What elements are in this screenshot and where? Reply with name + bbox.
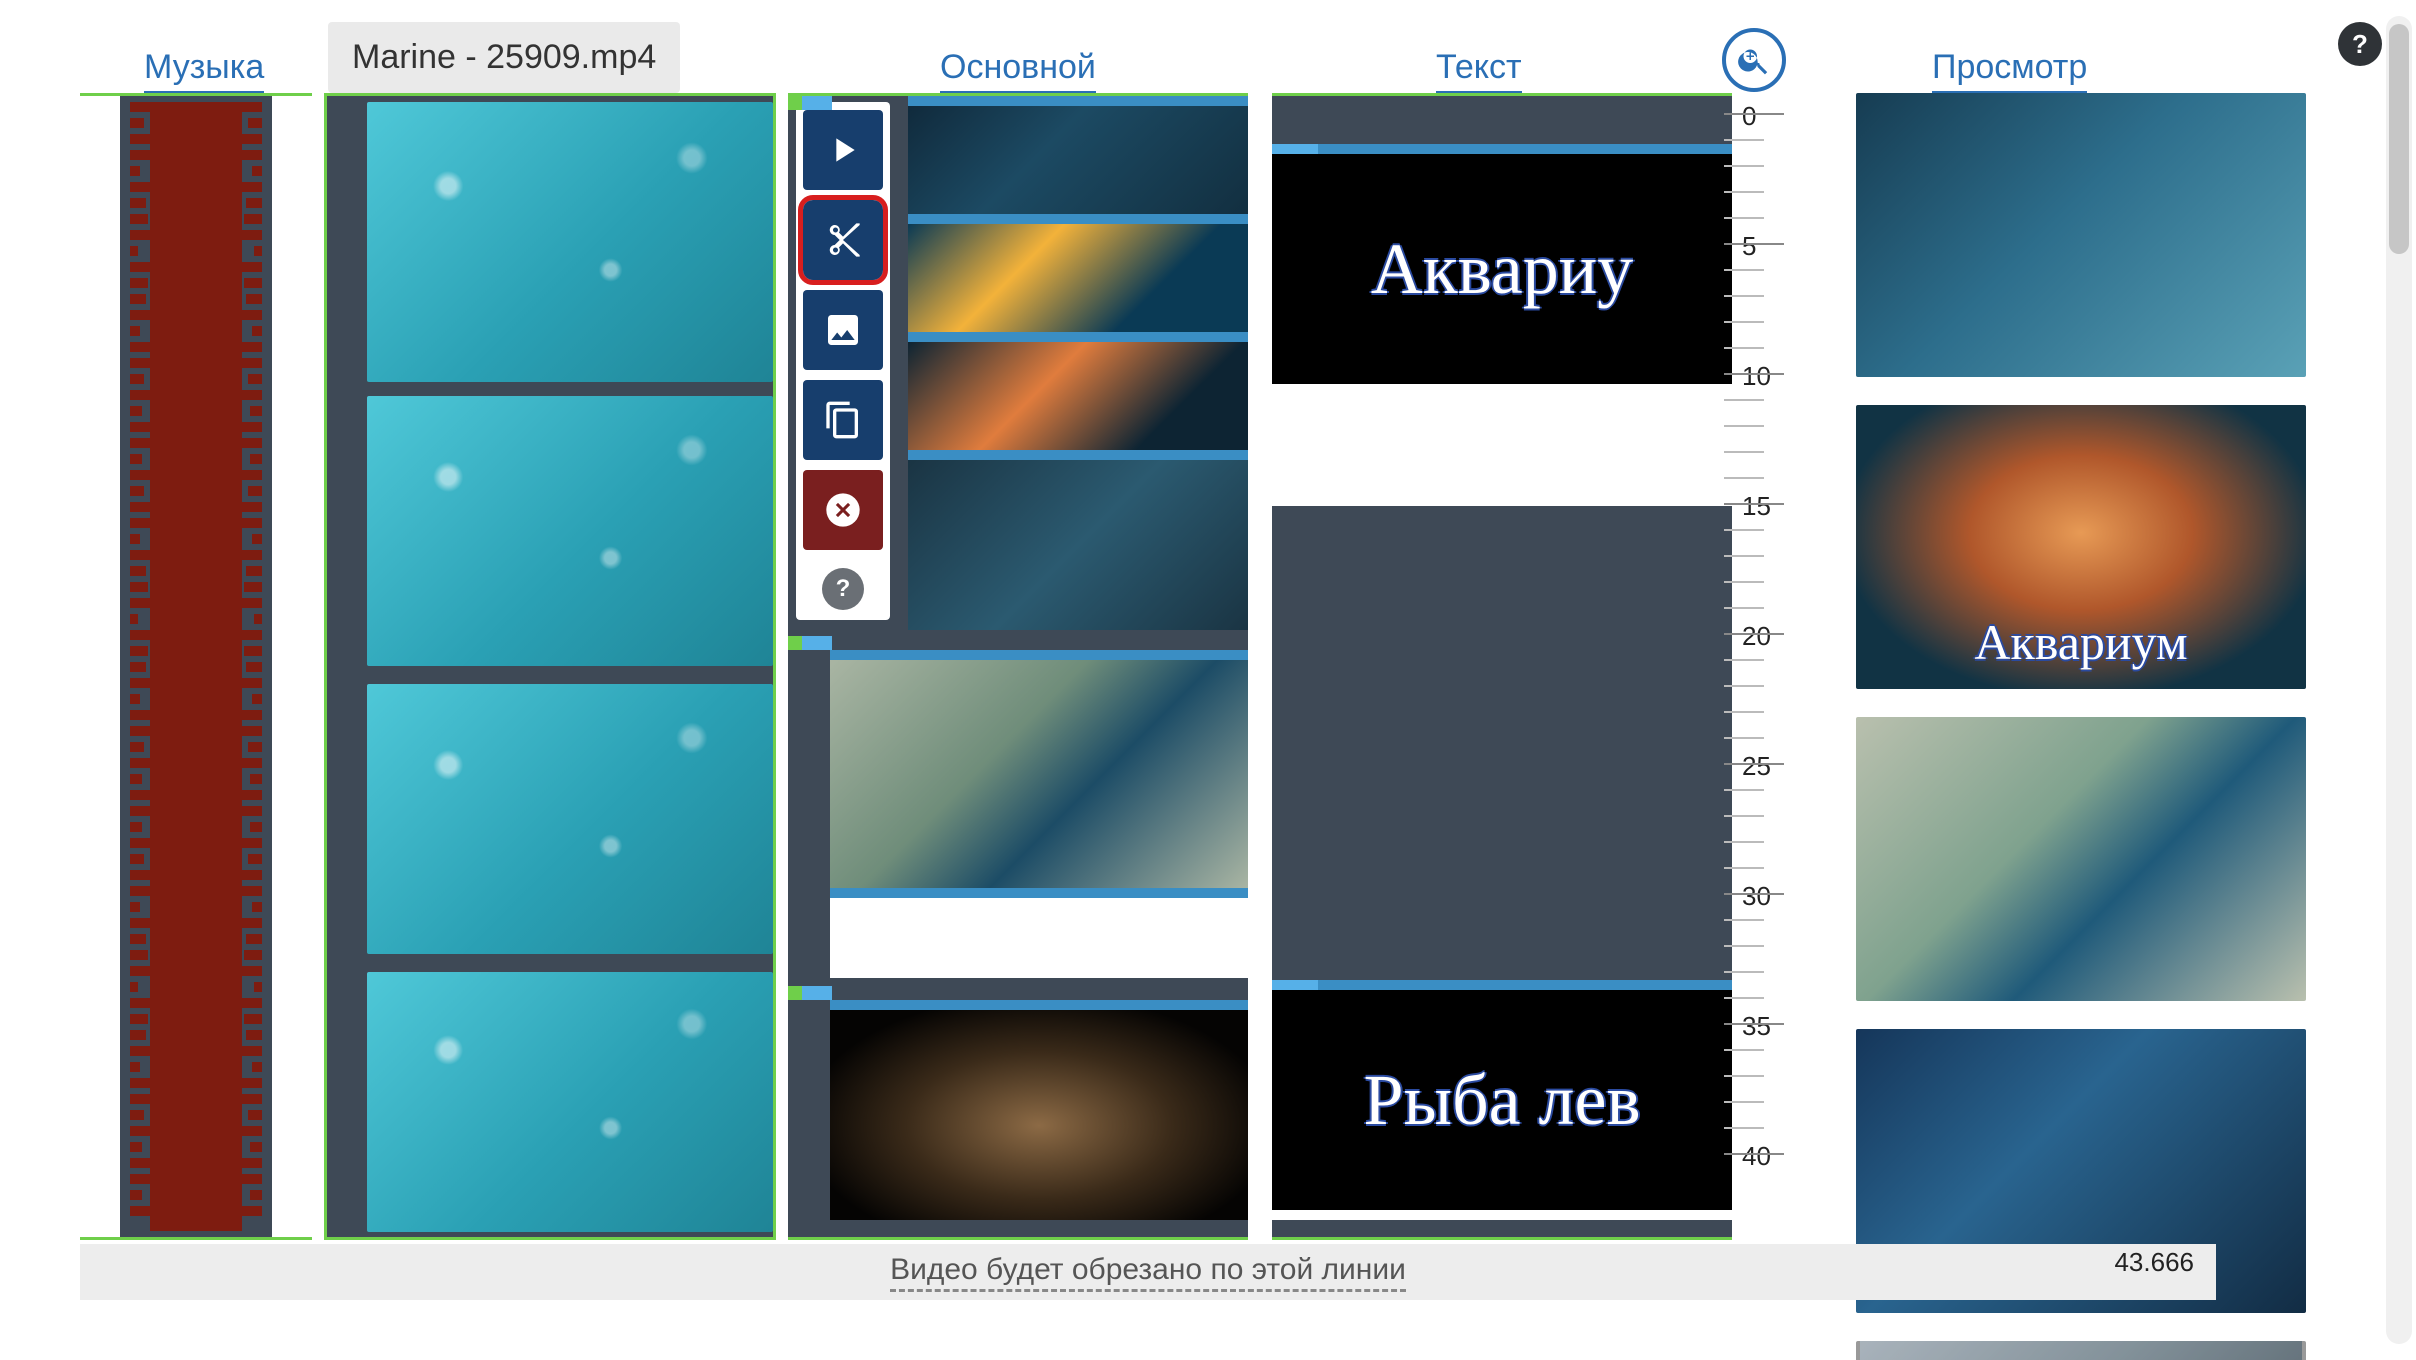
text-clip-content: Рыба лев xyxy=(1364,1059,1641,1142)
track-source-video[interactable] xyxy=(324,93,776,1240)
image-button[interactable] xyxy=(803,290,883,370)
text-clip[interactable]: Аквариу xyxy=(1272,144,1732,506)
zoom-in-icon xyxy=(1736,42,1772,78)
track-text[interactable]: Аквариу Рыба лев xyxy=(1272,93,1732,1240)
ruler-label: 0 xyxy=(1742,101,1756,132)
end-time-label: 43.666 xyxy=(2114,1247,2194,1278)
ruler-label: 5 xyxy=(1742,231,1756,262)
text-clip[interactable]: Рыба лев xyxy=(1272,980,1732,1220)
source-clip[interactable] xyxy=(367,396,773,666)
timeline-clip[interactable] xyxy=(830,650,1248,888)
tab-music[interactable]: Музыка xyxy=(144,48,264,94)
close-circle-icon xyxy=(823,490,863,530)
source-clip[interactable] xyxy=(367,684,773,954)
help-button[interactable]: ? xyxy=(2338,22,2382,66)
ruler-label: 30 xyxy=(1742,881,1771,912)
tab-text[interactable]: Текст xyxy=(1436,48,1522,94)
cut-button[interactable] xyxy=(803,200,883,280)
copy-icon xyxy=(823,400,863,440)
preview-thumb[interactable] xyxy=(1856,93,2306,377)
track-music[interactable] xyxy=(80,93,312,1240)
timeline-clip[interactable] xyxy=(908,332,1248,450)
trim-label: Видео будет обрезано по этой линии xyxy=(890,1253,1406,1292)
preview-column xyxy=(1856,93,2306,1360)
source-clip[interactable] xyxy=(367,972,773,1232)
ruler-label: 15 xyxy=(1742,491,1771,522)
timeline-clip[interactable] xyxy=(908,450,1248,630)
scrollbar-thumb[interactable] xyxy=(2389,24,2409,254)
source-clip[interactable] xyxy=(367,102,773,382)
tab-main[interactable]: Основной xyxy=(940,48,1096,94)
preview-thumb[interactable] xyxy=(1856,717,2306,1001)
preview-thumb[interactable] xyxy=(1856,1341,2306,1360)
play-button[interactable] xyxy=(803,110,883,190)
text-clip-content: Аквариу xyxy=(1371,228,1634,311)
tab-preview[interactable]: Просмотр xyxy=(1932,48,2087,94)
tool-help-button[interactable]: ? xyxy=(822,568,864,610)
play-icon xyxy=(823,130,863,170)
ruler-label: 35 xyxy=(1742,1011,1771,1042)
tool-palette: ? xyxy=(796,102,890,620)
preview-thumb[interactable] xyxy=(1856,405,2306,689)
trim-indicator[interactable]: Видео будет обрезано по этой линии xyxy=(80,1244,2216,1300)
file-chip[interactable]: Marine - 25909.mp4 xyxy=(328,22,680,93)
scissors-icon xyxy=(823,220,863,260)
time-ruler: 0 5 10 15 20 25 30 35 40 xyxy=(1724,93,1804,1240)
ruler-label: 25 xyxy=(1742,751,1771,782)
vertical-scrollbar[interactable] xyxy=(2386,16,2412,1344)
timeline-clip[interactable] xyxy=(908,214,1248,332)
ruler-label: 40 xyxy=(1742,1141,1771,1172)
timeline-clip[interactable] xyxy=(830,888,1248,978)
copy-button[interactable] xyxy=(803,380,883,460)
header: Музыка Marine - 25909.mp4 Основной Текст… xyxy=(0,0,2416,93)
timeline-clip[interactable] xyxy=(830,1000,1248,1220)
image-icon xyxy=(823,310,863,350)
delete-button[interactable] xyxy=(803,470,883,550)
ruler-label: 20 xyxy=(1742,621,1771,652)
ruler-label: 10 xyxy=(1742,361,1771,392)
track-main[interactable]: ? xyxy=(788,93,1248,1240)
audio-waveform[interactable] xyxy=(150,102,242,1231)
timeline-clip[interactable] xyxy=(908,96,1248,214)
zoom-in-button[interactable] xyxy=(1722,28,1786,92)
